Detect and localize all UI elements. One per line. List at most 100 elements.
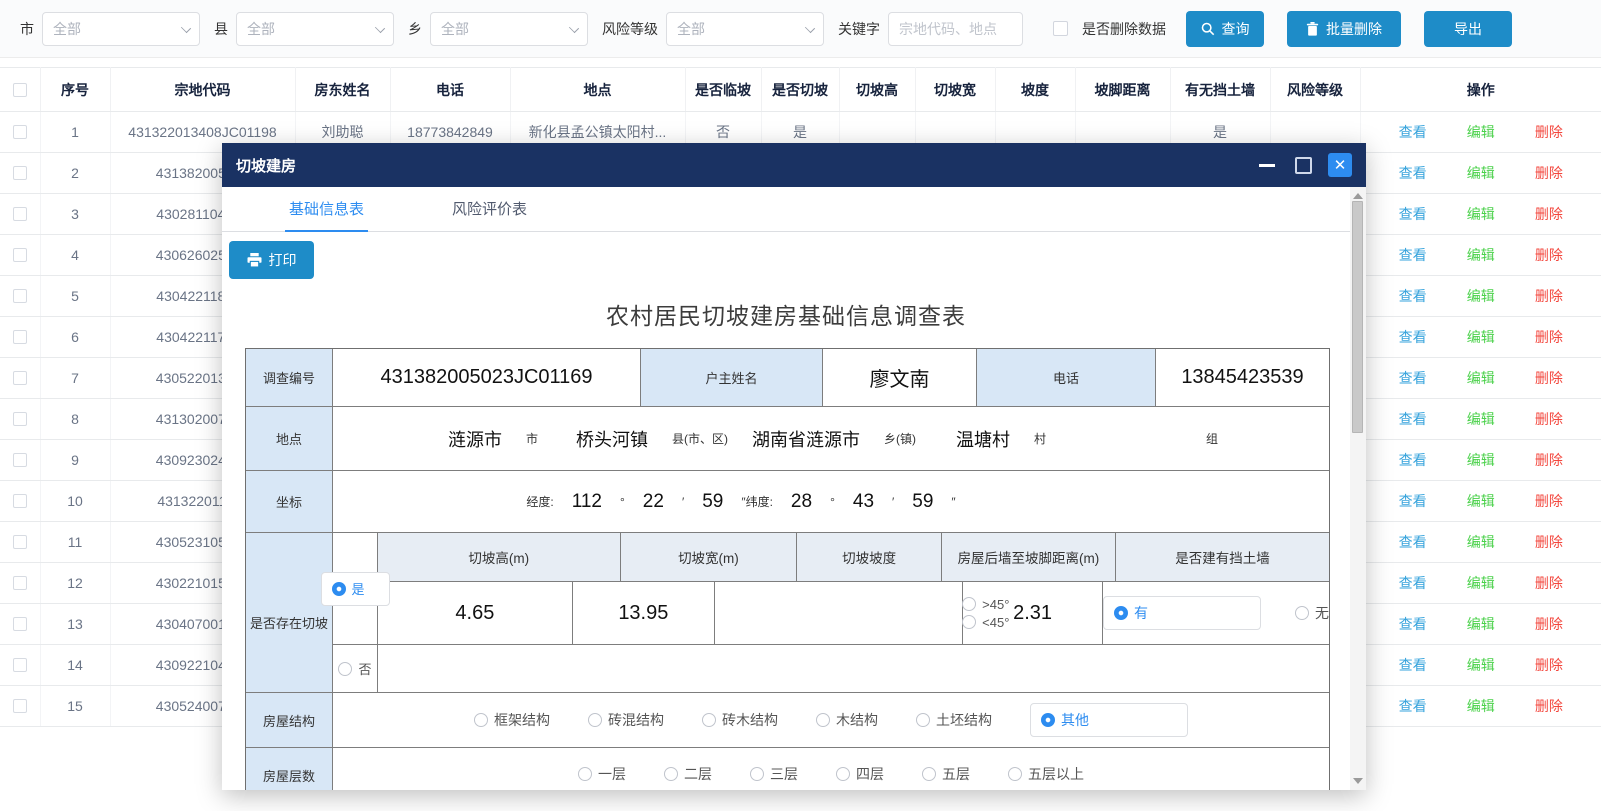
edit-link[interactable]: 编辑 [1467, 450, 1495, 470]
row-checkbox[interactable] [13, 166, 27, 180]
edit-link[interactable]: 编辑 [1467, 245, 1495, 265]
view-link[interactable]: 查看 [1399, 409, 1427, 429]
delete-link[interactable]: 删除 [1535, 655, 1563, 675]
row-checkbox[interactable] [13, 371, 27, 385]
structure-radio-2[interactable]: 砖木结构 [702, 710, 778, 730]
delete-link[interactable]: 删除 [1535, 327, 1563, 347]
view-link[interactable]: 查看 [1399, 122, 1427, 142]
row-checkbox[interactable] [13, 453, 27, 467]
view-link[interactable]: 查看 [1399, 450, 1427, 470]
risk-level-select[interactable]: 全部 [666, 12, 824, 46]
table-cell: 14 [40, 645, 110, 686]
floors-radio-2[interactable]: 三层 [750, 764, 798, 784]
view-link[interactable]: 查看 [1399, 327, 1427, 347]
row-checkbox[interactable] [13, 658, 27, 672]
print-button[interactable]: 打印 [229, 241, 314, 279]
structure-radio-0[interactable]: 框架结构 [474, 710, 550, 730]
row-checkbox[interactable] [13, 617, 27, 631]
modal-body: 打印 农村居民切坡建房基础信息调查表 调查编号 431382005023JC01… [222, 232, 1366, 790]
view-link[interactable]: 查看 [1399, 532, 1427, 552]
view-link[interactable]: 查看 [1399, 368, 1427, 388]
delete-link[interactable]: 删除 [1535, 532, 1563, 552]
modal-scrollbar[interactable] [1350, 187, 1366, 790]
view-link[interactable]: 查看 [1399, 204, 1427, 224]
export-button[interactable]: 导出 [1424, 11, 1512, 47]
delete-link[interactable]: 删除 [1535, 163, 1563, 183]
delete-link[interactable]: 删除 [1535, 696, 1563, 716]
edit-link[interactable]: 编辑 [1467, 286, 1495, 306]
edit-link[interactable]: 编辑 [1467, 409, 1495, 429]
tab-risk-eval[interactable]: 风险评价表 [448, 188, 531, 231]
delete-link[interactable]: 删除 [1535, 409, 1563, 429]
slope-yes-radio[interactable]: 是 [321, 572, 390, 606]
county-select[interactable]: 全部 [236, 12, 394, 46]
delete-link[interactable]: 删除 [1535, 286, 1563, 306]
row-checkbox[interactable] [13, 248, 27, 262]
chevron-down-icon [569, 22, 579, 32]
delete-link[interactable]: 删除 [1535, 491, 1563, 511]
edit-link[interactable]: 编辑 [1467, 696, 1495, 716]
edit-link[interactable]: 编辑 [1467, 614, 1495, 634]
deleted-data-checkbox[interactable] [1053, 21, 1068, 36]
delete-link[interactable]: 删除 [1535, 368, 1563, 388]
delete-link[interactable]: 删除 [1535, 573, 1563, 593]
row-checkbox[interactable] [13, 535, 27, 549]
wall-no-radio[interactable]: 无 [1295, 603, 1329, 623]
edit-link[interactable]: 编辑 [1467, 573, 1495, 593]
close-icon[interactable]: ✕ [1328, 153, 1352, 177]
floors-radio-4[interactable]: 五层 [922, 764, 970, 784]
row-checkbox[interactable] [13, 125, 27, 139]
view-link[interactable]: 查看 [1399, 573, 1427, 593]
view-link[interactable]: 查看 [1399, 163, 1427, 183]
maximize-icon[interactable] [1295, 157, 1312, 174]
delete-link[interactable]: 删除 [1535, 204, 1563, 224]
edit-link[interactable]: 编辑 [1467, 368, 1495, 388]
floors-radio-5[interactable]: 五层以上 [1008, 764, 1084, 784]
minimize-icon[interactable] [1259, 164, 1275, 167]
floors-radio-1[interactable]: 二层 [664, 764, 712, 784]
col-header-near-slope: 是否临坡 [685, 68, 761, 112]
row-checkbox[interactable] [13, 330, 27, 344]
row-checkbox[interactable] [13, 207, 27, 221]
batch-delete-button[interactable]: 批量删除 [1287, 11, 1401, 47]
row-checkbox[interactable] [13, 412, 27, 426]
view-link[interactable]: 查看 [1399, 614, 1427, 634]
scroll-down-icon[interactable] [1353, 778, 1363, 784]
delete-link[interactable]: 删除 [1535, 122, 1563, 142]
delete-link[interactable]: 删除 [1535, 614, 1563, 634]
select-all-checkbox[interactable] [13, 83, 27, 97]
query-button[interactable]: 查询 [1186, 11, 1264, 47]
edit-link[interactable]: 编辑 [1467, 655, 1495, 675]
view-link[interactable]: 查看 [1399, 696, 1427, 716]
floors-radio-0[interactable]: 一层 [578, 764, 626, 784]
city-select[interactable]: 全部 [42, 12, 200, 46]
row-checkbox[interactable] [13, 289, 27, 303]
structure-radio-4[interactable]: 土坯结构 [916, 710, 992, 730]
structure-radio-1[interactable]: 砖混结构 [588, 710, 664, 730]
edit-link[interactable]: 编辑 [1467, 491, 1495, 511]
view-link[interactable]: 查看 [1399, 245, 1427, 265]
edit-link[interactable]: 编辑 [1467, 532, 1495, 552]
row-checkbox[interactable] [13, 494, 27, 508]
edit-link[interactable]: 编辑 [1467, 163, 1495, 183]
scroll-up-icon[interactable] [1353, 193, 1363, 199]
delete-link[interactable]: 删除 [1535, 450, 1563, 470]
row-checkbox[interactable] [13, 576, 27, 590]
view-link[interactable]: 查看 [1399, 286, 1427, 306]
edit-link[interactable]: 编辑 [1467, 204, 1495, 224]
structure-radio-3[interactable]: 木结构 [816, 710, 878, 730]
scrollbar-thumb[interactable] [1352, 201, 1363, 433]
wall-yes-radio[interactable]: 有 [1103, 596, 1261, 630]
delete-link[interactable]: 删除 [1535, 245, 1563, 265]
view-link[interactable]: 查看 [1399, 655, 1427, 675]
slope-no-radio[interactable]: 否 [338, 659, 371, 678]
floors-radio-3[interactable]: 四层 [836, 764, 884, 784]
tab-basic-info[interactable]: 基础信息表 [285, 188, 368, 231]
structure-radio-5[interactable]: 其他 [1030, 703, 1188, 737]
edit-link[interactable]: 编辑 [1467, 327, 1495, 347]
edit-link[interactable]: 编辑 [1467, 122, 1495, 142]
row-checkbox[interactable] [13, 699, 27, 713]
keyword-input[interactable] [888, 12, 1023, 46]
view-link[interactable]: 查看 [1399, 491, 1427, 511]
township-select[interactable]: 全部 [430, 12, 588, 46]
